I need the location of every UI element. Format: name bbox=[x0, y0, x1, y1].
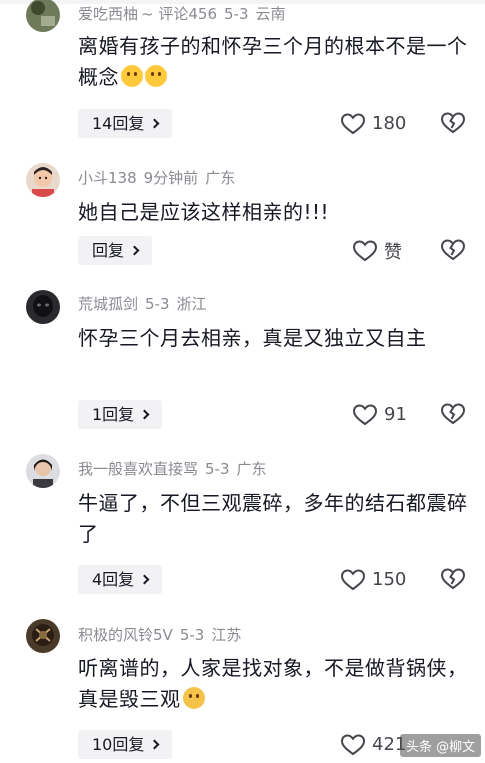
dislike-button[interactable] bbox=[440, 237, 466, 263]
like-count: 180 bbox=[372, 113, 407, 134]
broken-heart-icon bbox=[440, 112, 466, 134]
watermark: 头条 @柳文 bbox=[400, 734, 482, 757]
smiley-emoji-icon bbox=[182, 687, 205, 709]
broken-heart-icon bbox=[440, 403, 466, 425]
heart-outline-icon bbox=[340, 733, 366, 755]
like-button[interactable]: 421 bbox=[340, 730, 406, 759]
avatar[interactable] bbox=[26, 290, 60, 324]
broken-heart-icon bbox=[440, 239, 466, 261]
like-count: 150 bbox=[372, 569, 407, 590]
comment-meta: 我一般喜欢直接骂 5-3 广东 bbox=[78, 458, 274, 479]
comment-date: 9分钟前 bbox=[143, 169, 199, 187]
comment-location: 广东 bbox=[236, 460, 267, 478]
avatar[interactable] bbox=[26, 163, 60, 197]
chevron-right-icon bbox=[149, 118, 160, 129]
username[interactable]: 我一般喜欢直接骂 bbox=[78, 460, 198, 478]
username[interactable]: 爱吃西柚 bbox=[78, 5, 138, 23]
comment-meta: 爱吃西柚 ~ 评论456 5-3 云南 bbox=[78, 3, 293, 24]
chevron-right-icon bbox=[129, 245, 140, 256]
smiley-emoji-icon bbox=[121, 65, 143, 87]
comment-date: 5-3 bbox=[179, 626, 205, 644]
comment-text: 牛逼了，不但三观震碎，多年的结石都震碎了 bbox=[78, 491, 468, 546]
like-button[interactable]: 91 bbox=[352, 400, 407, 429]
comment-date: 5-3 bbox=[223, 5, 249, 23]
dislike-button[interactable] bbox=[440, 110, 466, 136]
comment-location: 云南 bbox=[255, 5, 286, 23]
heart-outline-icon bbox=[352, 403, 378, 425]
broken-heart-icon bbox=[440, 568, 466, 590]
chevron-right-icon bbox=[139, 574, 150, 585]
comment-meta: 小斗138 9分钟前 广东 bbox=[78, 167, 242, 188]
reply-button[interactable]: 14回复 bbox=[78, 109, 173, 138]
comment-meta: 荒城孤剑 5-3 浙江 bbox=[78, 293, 214, 314]
comment-location: 江苏 bbox=[211, 626, 242, 644]
like-count: 91 bbox=[384, 404, 407, 425]
comment-location: 浙江 bbox=[176, 295, 207, 313]
reply-button[interactable]: 4回复 bbox=[78, 565, 163, 594]
dislike-button[interactable] bbox=[440, 566, 466, 592]
comment-location: 广东 bbox=[205, 169, 236, 187]
like-count: 赞 bbox=[384, 241, 402, 263]
comment-date: 5-3 bbox=[205, 460, 230, 478]
comment-text: 怀孕三个月去相亲，真是又独立又自主 bbox=[78, 326, 427, 350]
reply-button[interactable]: 10回复 bbox=[78, 730, 173, 759]
avatar[interactable] bbox=[26, 0, 60, 32]
comment-text: 听离谱的，人家是找对象，不是做背锅侠，真是毁三观 bbox=[78, 656, 468, 711]
smiley-emoji-icon bbox=[145, 65, 167, 87]
comment-meta: 积极的风铃5V 5-3 江苏 bbox=[78, 624, 248, 645]
chevron-right-icon bbox=[149, 739, 160, 750]
like-button[interactable]: 150 bbox=[340, 565, 406, 594]
dislike-button[interactable] bbox=[440, 401, 466, 427]
avatar[interactable] bbox=[26, 454, 60, 488]
like-button[interactable]: 180 bbox=[340, 109, 406, 138]
heart-outline-icon bbox=[340, 112, 366, 134]
reply-button[interactable]: 1回复 bbox=[78, 400, 163, 429]
heart-outline-icon bbox=[340, 568, 366, 590]
chevron-right-icon bbox=[139, 409, 150, 420]
username[interactable]: 荒城孤剑 bbox=[78, 295, 138, 313]
meta-extra: ~ 评论456 bbox=[141, 5, 217, 23]
heart-outline-icon bbox=[352, 239, 378, 261]
comment-date: 5-3 bbox=[145, 295, 170, 313]
avatar[interactable] bbox=[26, 619, 60, 653]
username[interactable]: 小斗138 bbox=[78, 169, 137, 187]
like-button[interactable]: 赞 bbox=[352, 236, 402, 265]
username[interactable]: 积极的风铃5V bbox=[78, 626, 173, 644]
reply-button[interactable]: 回复 bbox=[78, 236, 153, 265]
comment-text: 离婚有孩子的和怀孕三个月的根本不是一个概念 bbox=[78, 34, 468, 89]
comment-text: 她自己是应该这样相亲的!!! bbox=[78, 200, 330, 224]
